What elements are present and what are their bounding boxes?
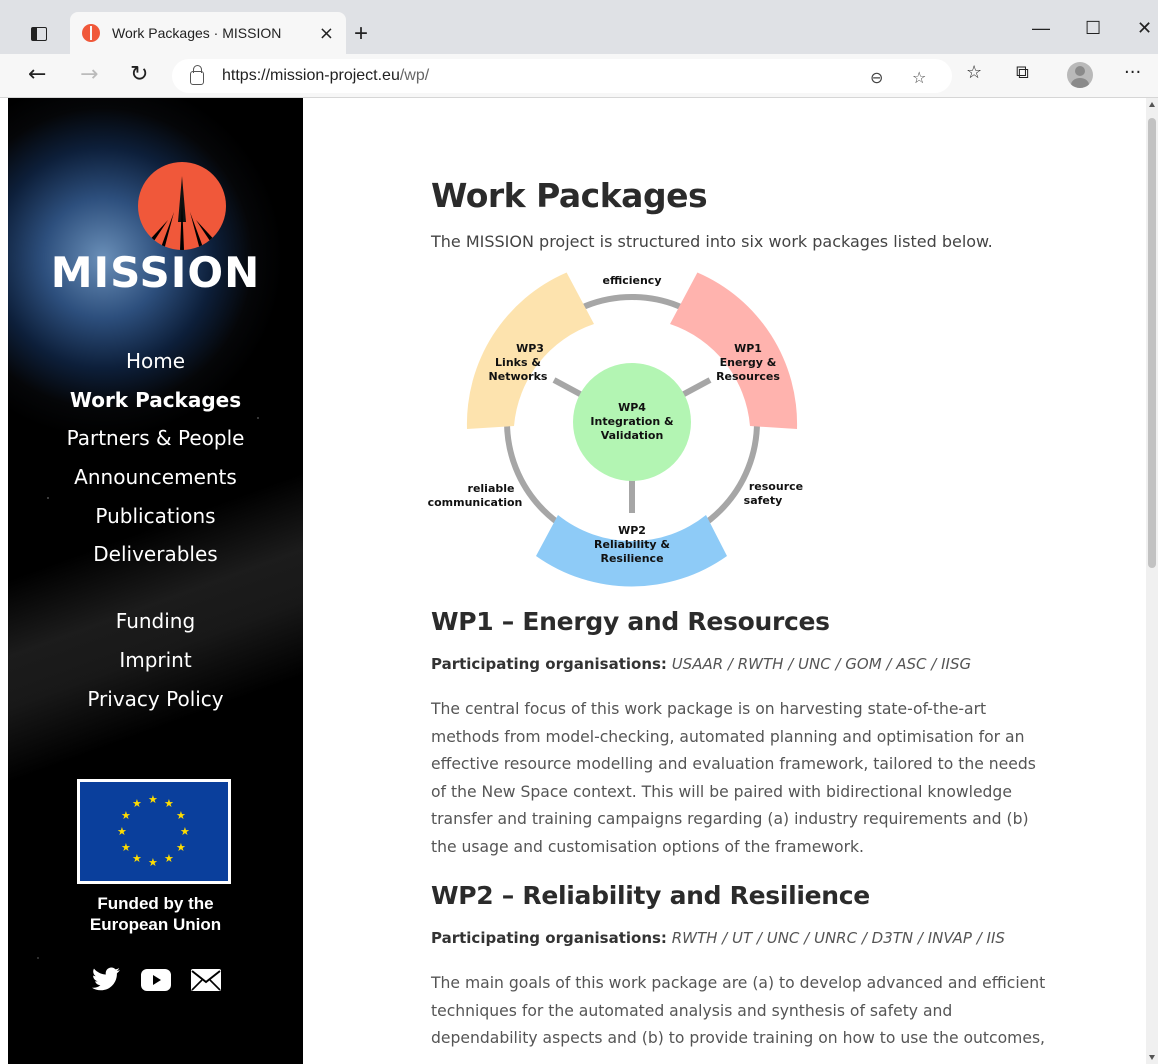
nav-item-imprint[interactable]: Imprint <box>8 645 303 684</box>
url-text: https://mission-project.eu/wp/ <box>222 67 430 84</box>
wp1-label-line3: Resources <box>716 370 780 383</box>
scroll-thumb[interactable] <box>1148 118 1156 568</box>
forward-button[interactable]: → <box>80 62 98 87</box>
wp1-heading: WP1 – Energy and Resources <box>431 607 830 636</box>
wp2-label-line2: Reliability & <box>594 538 670 551</box>
reload-button[interactable]: ↻ <box>130 62 148 87</box>
social-links <box>8 966 303 994</box>
mission-logo-icon[interactable] <box>138 162 226 250</box>
maximize-button[interactable]: ☐ <box>1085 18 1101 39</box>
browser-tab[interactable]: Work Packages · MISSION × <box>70 12 346 54</box>
tab-title: Work Packages · MISSION <box>112 25 282 41</box>
nav-item-partners[interactable]: Partners & People <box>8 423 303 462</box>
favicon-icon <box>82 24 100 42</box>
twitter-icon[interactable] <box>91 966 121 994</box>
browser-titlebar: Work Packages · MISSION × + — ☐ ✕ <box>0 0 1158 54</box>
sidebar: MISSION Home Work Packages Partners & Pe… <box>8 98 303 1064</box>
wp1-body: The central focus of this work package i… <box>431 700 1036 856</box>
wp1-orgs: Participating organisations: USAAR / RWT… <box>431 655 972 673</box>
page-title: Work Packages <box>431 176 708 215</box>
label-reliable: reliable <box>468 482 515 495</box>
browser-toolbar: ← → ↻ https://mission-project.eu/wp/ ⊖ ☆ <box>0 54 1158 98</box>
tab-actions-icon <box>31 27 47 41</box>
funded-by-eu-text: Funded by the European Union <box>89 894 222 934</box>
profile-avatar[interactable] <box>1067 62 1093 88</box>
tab-actions-button[interactable] <box>26 21 52 47</box>
new-tab-button[interactable]: + <box>354 20 368 48</box>
mail-icon[interactable] <box>190 966 221 994</box>
wp2-body: The main goals of this work package are … <box>431 974 1046 1048</box>
nav-item-deliverables[interactable]: Deliverables <box>8 539 303 578</box>
label-communication: communication <box>428 496 523 509</box>
nav-item-work-packages[interactable]: Work Packages <box>8 385 303 424</box>
eu-flag-icon: ★ ★ ★ ★ ★ ★ ★ ★ ★ ★ ★ ★ <box>77 779 231 884</box>
wp1-label-line2: Energy & <box>720 356 777 369</box>
wp3-label-line3: Networks <box>489 370 548 383</box>
label-safety: safety <box>744 494 783 507</box>
scroll-up-icon[interactable] <box>1149 102 1155 107</box>
collections-icon[interactable]: ⧉ <box>1016 62 1029 83</box>
wp4-label: WP4 <box>618 401 646 414</box>
nav-item-announcements[interactable]: Announcements <box>8 462 303 501</box>
address-bar[interactable]: https://mission-project.eu/wp/ ⊖ ☆ <box>172 59 952 93</box>
scroll-down-icon[interactable] <box>1149 1055 1155 1060</box>
wp4-label-line2: Integration & <box>590 415 674 428</box>
nav-item-funding[interactable]: Funding <box>8 606 303 645</box>
close-window-button[interactable]: ✕ <box>1137 18 1152 39</box>
wp1-label: WP1 <box>734 342 762 355</box>
nav-item-publications[interactable]: Publications <box>8 501 303 540</box>
label-efficiency: efficiency <box>602 274 661 287</box>
nav-item-home[interactable]: Home <box>8 346 303 385</box>
favorites-icon[interactable]: ☆ <box>966 62 982 83</box>
tab-close-button[interactable]: × <box>319 23 334 44</box>
wp3-label-line2: Links & <box>495 356 541 369</box>
zoom-out-icon[interactable]: ⊖ <box>870 68 883 87</box>
minimize-button[interactable]: — <box>1032 18 1050 39</box>
wp3-label: WP3 <box>516 342 544 355</box>
label-resource: resource <box>749 480 803 493</box>
intro-text: The MISSION project is structured into s… <box>431 232 993 251</box>
logo-text[interactable]: MISSION <box>8 248 303 297</box>
wp2-label-line3: Resilience <box>600 552 663 565</box>
back-button[interactable]: ← <box>28 62 46 87</box>
main-nav: Home Work Packages Partners & People Ann… <box>8 346 303 578</box>
add-favorite-icon[interactable]: ☆ <box>912 68 926 87</box>
page-scrollbar[interactable] <box>1146 98 1158 1064</box>
wp2-label: WP2 <box>618 524 646 537</box>
wp2-heading: WP2 – Reliability and Resilience <box>431 881 870 910</box>
wp4-label-line3: Validation <box>601 429 664 442</box>
nav-item-privacy[interactable]: Privacy Policy <box>8 684 303 723</box>
more-menu-icon[interactable]: ··· <box>1124 62 1141 83</box>
youtube-icon[interactable] <box>140 966 171 994</box>
work-package-diagram: WP4 Integration & Validation WP1 Energy … <box>428 272 803 587</box>
secondary-nav: Funding Imprint Privacy Policy <box>8 606 303 723</box>
lock-icon <box>190 65 204 85</box>
wp2-orgs: Participating organisations: RWTH / UT /… <box>431 929 1005 947</box>
